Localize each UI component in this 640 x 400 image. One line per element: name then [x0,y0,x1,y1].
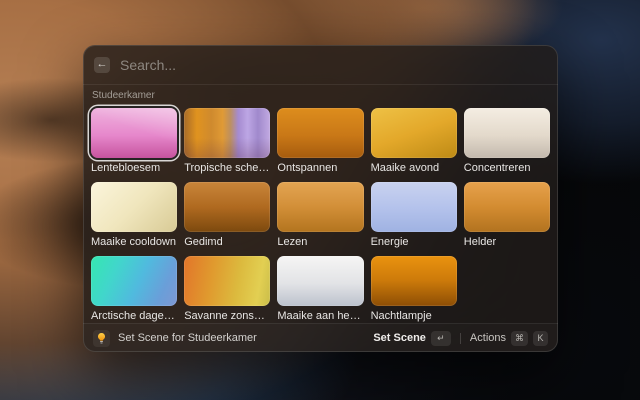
scene-label: Tropische schemering [184,162,270,174]
scene-thumbnail [464,108,550,158]
scene-card[interactable]: Arctische dageraad [91,256,177,322]
scene-label: Lezen [277,236,363,248]
set-scene-action[interactable]: Set Scene ↵ [373,331,451,346]
back-arrow-icon: ← [97,59,108,70]
scene-card[interactable]: Helder [464,182,550,248]
scene-thumbnail [184,256,270,306]
scene-card[interactable]: Maaike avond [371,108,457,174]
scene-label: Helder [464,236,550,248]
action-bar-status: Set Scene for Studeerkamer [93,330,365,347]
scene-card[interactable]: Maaike aan het werk [277,256,363,322]
scene-label: Arctische dageraad [91,310,177,322]
scene-label: Nachtlampje [371,310,457,322]
scene-label: Lentebloesem [91,162,177,174]
scene-thumbnail [277,182,363,232]
scene-card[interactable]: Gedimd [184,182,270,248]
scene-label: Maaike cooldown [91,236,177,248]
k-key-icon: K [533,331,548,346]
scene-thumbnail [277,108,363,158]
actions-menu-button[interactable]: Actions ⌘ K [470,331,548,346]
scene-card[interactable]: Lentebloesem [91,108,177,174]
search-bar: ← [83,45,558,85]
scene-card[interactable]: Energie [371,182,457,248]
scene-thumbnail [371,182,457,232]
scene-grid: Lentebloesem Tropische schemering Ontspa… [91,108,550,322]
scene-thumbnail [91,108,177,158]
scene-label: Gedimd [184,236,270,248]
scene-card[interactable]: Nachtlampje [371,256,457,322]
scene-card[interactable]: Tropische schemering [184,108,270,174]
scene-thumbnail [184,108,270,158]
action-bar: Set Scene for Studeerkamer Set Scene ↵ A… [83,323,558,352]
enter-key-icon: ↵ [431,331,451,346]
command-key-icon: ⌘ [511,331,528,346]
scene-card[interactable]: Savanne zonsonderg… [184,256,270,322]
footer-separator [460,333,461,344]
action-bar-actions: Set Scene ↵ Actions ⌘ K [373,331,548,346]
scene-card[interactable]: Maaike cooldown [91,182,177,248]
scene-label: Savanne zonsonderg… [184,310,270,322]
scene-label: Energie [371,236,457,248]
search-input[interactable] [120,57,547,73]
results-panel: Studeerkamer Lentebloesem Tropische sche… [83,85,558,323]
scene-thumbnail [464,182,550,232]
scene-thumbnail [371,256,457,306]
status-text: Set Scene for Studeerkamer [118,332,257,344]
scene-thumbnail [277,256,363,306]
scene-label: Concentreren [464,162,550,174]
scene-thumbnail [91,182,177,232]
back-button[interactable]: ← [94,57,110,73]
scene-card[interactable]: Ontspannen [277,108,363,174]
scene-label: Maaike avond [371,162,457,174]
scene-thumbnail [184,182,270,232]
scene-thumbnail [91,256,177,306]
scene-card[interactable]: Concentreren [464,108,550,174]
launcher-window: ← Studeerkamer Lentebloesem Tropische sc… [83,45,558,352]
scene-label: Maaike aan het werk [277,310,363,322]
scene-card[interactable]: Lezen [277,182,363,248]
actions-label: Actions [470,332,506,344]
lightbulb-icon [93,330,110,347]
scene-label: Ontspannen [277,162,363,174]
section-title: Studeerkamer [92,90,550,102]
scene-thumbnail [371,108,457,158]
set-scene-label: Set Scene [373,332,426,344]
